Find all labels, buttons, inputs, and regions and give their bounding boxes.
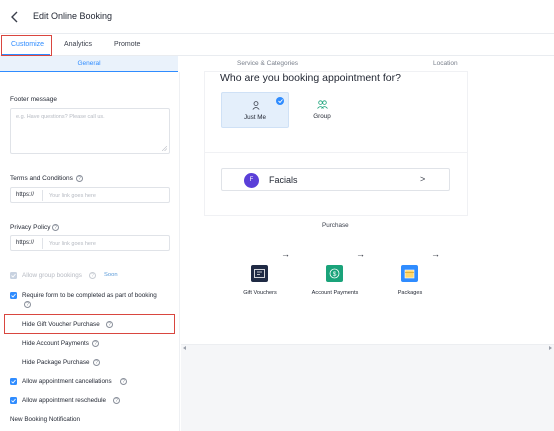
hide-account-payments-label[interactable]: Hide Account Payments [22, 340, 89, 347]
hide-package-purchase-label[interactable]: Hide Package Purchase [22, 359, 90, 366]
tab-analytics[interactable]: Analytics [64, 41, 92, 48]
divider [42, 238, 43, 249]
gift-vouchers-card[interactable]: → Gift Vouchers [226, 239, 294, 319]
top-bar: Edit Online Booking [0, 0, 554, 34]
require-form-label: Require form to be completed as part of … [22, 292, 157, 299]
help-icon[interactable]: ? [113, 397, 120, 404]
choice-just-me[interactable]: Just Me [221, 92, 289, 128]
allow-group-bookings-label: Allow group bookings [22, 272, 82, 279]
account-payments-card[interactable]: → $ Account Payments [301, 239, 369, 319]
allow-reschedule-label: Allow appointment reschedule [22, 397, 107, 404]
arrow-right-icon: → [431, 249, 440, 259]
terms-url-placeholder: Your link goes here [49, 192, 96, 199]
tab-promote[interactable]: Promote [114, 41, 140, 48]
account-payments-label: Account Payments [311, 290, 359, 296]
arrow-right-icon: → [281, 249, 290, 259]
resize-handle-icon[interactable] [162, 146, 167, 151]
horizontal-scrollbar[interactable] [181, 344, 554, 431]
new-booking-notification-heading: New Booking Notification [10, 416, 81, 423]
divider [42, 190, 43, 201]
privacy-url-placeholder: Your link goes here [49, 240, 96, 247]
category-facials[interactable]: F Facials > [221, 168, 450, 191]
choice-group-label: Group [313, 113, 331, 120]
booking-question: Who are you booking appointment for? [220, 72, 401, 84]
choice-group[interactable]: Group [288, 92, 356, 128]
category-label: Facials [269, 175, 298, 185]
subtab-general-label: General [77, 60, 101, 67]
allow-group-bookings-checkbox[interactable] [10, 272, 17, 279]
help-icon[interactable]: ? [89, 272, 96, 279]
check-icon [11, 273, 16, 278]
dollar-icon: $ [326, 265, 343, 282]
footer-message-placeholder: e.g. Have questions? Please call us. [16, 114, 105, 120]
group-icon [317, 100, 328, 109]
category-avatar: F [244, 173, 259, 188]
check-icon [11, 398, 16, 403]
packages-card[interactable]: → Packages [376, 239, 444, 319]
help-icon[interactable]: ? [93, 359, 100, 366]
selected-check-icon [276, 97, 284, 105]
subtab-location[interactable]: Location [433, 60, 458, 67]
chevron-right-icon: > [420, 174, 426, 184]
svg-text:$: $ [333, 271, 337, 278]
footer-message-input[interactable]: e.g. Have questions? Please call us. [10, 108, 170, 154]
allow-cancellations-label: Allow appointment cancellations [22, 378, 112, 385]
sub-navigation: General Service & Categories Location [0, 56, 554, 72]
help-icon[interactable]: ? [52, 224, 59, 231]
terms-url-input[interactable]: https:// Your link goes here [10, 187, 170, 203]
require-form-checkbox[interactable] [10, 292, 17, 299]
person-icon [252, 101, 260, 110]
help-icon[interactable]: ? [92, 340, 99, 347]
packages-label: Packages [397, 290, 423, 296]
gift-voucher-icon [251, 265, 268, 282]
scroll-right-icon[interactable] [549, 346, 552, 350]
arrow-right-icon: → [356, 249, 365, 259]
highlight-box-hide-gift-voucher [4, 314, 175, 334]
highlight-box-customize [1, 35, 52, 56]
terms-label: Terms and Conditions [10, 175, 73, 182]
help-icon[interactable]: ? [120, 378, 127, 385]
settings-panel: Footer message e.g. Have questions? Plea… [0, 72, 180, 431]
choice-just-me-label: Just Me [243, 114, 267, 121]
scroll-left-icon[interactable] [183, 346, 186, 350]
purchase-heading: Purchase [322, 222, 349, 229]
page-title: Edit Online Booking [33, 11, 113, 21]
help-icon[interactable]: ? [24, 301, 31, 308]
check-icon [11, 379, 16, 384]
check-icon [11, 293, 16, 298]
allow-cancellations-checkbox[interactable] [10, 378, 17, 385]
subtab-service-categories[interactable]: Service & Categories [237, 60, 298, 67]
footer-message-label: Footer message [10, 96, 57, 103]
chevron-left-icon[interactable] [9, 10, 21, 24]
subtab-general[interactable]: General [0, 56, 178, 72]
url-prefix: https:// [16, 192, 35, 198]
soon-badge: Soon [104, 272, 118, 278]
url-prefix: https:// [16, 240, 35, 246]
privacy-url-input[interactable]: https:// Your link goes here [10, 235, 170, 251]
tab-bar: Customize Analytics Promote [0, 34, 554, 56]
package-icon [401, 265, 418, 282]
help-icon[interactable]: ? [76, 175, 83, 182]
allow-reschedule-checkbox[interactable] [10, 397, 17, 404]
gift-vouchers-label: Gift Vouchers [243, 290, 277, 296]
privacy-label: Privacy Policy [10, 224, 51, 231]
